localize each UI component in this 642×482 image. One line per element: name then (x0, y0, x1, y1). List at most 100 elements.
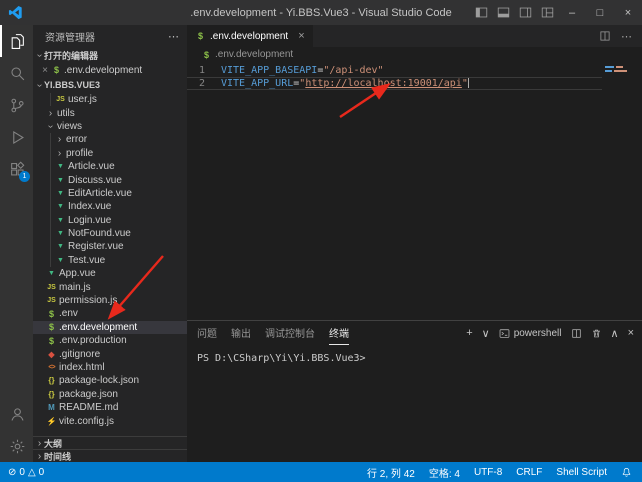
env-icon: $ (46, 322, 57, 332)
terminal-instance[interactable]: powershell (499, 328, 562, 339)
tree-item-package.json[interactable]: {}package.json (33, 388, 187, 401)
explorer-icon[interactable] (0, 25, 33, 57)
tree-item-permission.js[interactable]: JSpermission.js (33, 294, 187, 307)
cursor-position[interactable]: 行 2, 列 42 (367, 465, 415, 480)
run-debug-icon[interactable] (0, 121, 33, 153)
indentation[interactable]: 空格: 4 (429, 465, 460, 480)
open-editors-header[interactable]: › 打开的编辑器 (33, 47, 187, 63)
chevron-right-icon: › (55, 148, 64, 159)
tree-item-.env.production[interactable]: $.env.production (33, 334, 187, 347)
file-name: profile (66, 148, 93, 159)
tab-env-development[interactable]: $ .env.development × (187, 25, 313, 47)
close-tab-icon[interactable]: × (298, 30, 304, 42)
breadcrumb[interactable]: $ .env.development (187, 47, 642, 62)
file-name: user.js (68, 94, 97, 105)
breadcrumb-file[interactable]: .env.development (215, 49, 293, 60)
code-line-2[interactable]: 2VITE_APP_URL="http://localhost:19001/ap… (187, 77, 602, 90)
status-bar: ⊘ 0 △ 0 行 2, 列 42 空格: 4 UTF-8 CRLF Shell… (0, 462, 642, 482)
tree-item-App.vue[interactable]: ▼App.vue (33, 267, 187, 280)
editor-actions: ⋯ (599, 25, 642, 47)
tree-item-README.md[interactable]: MREADME.md (33, 401, 187, 414)
file-name: NotFound.vue (68, 228, 131, 239)
tab-terminal[interactable]: 终端 (329, 321, 349, 345)
split-editor-icon[interactable] (599, 30, 611, 42)
tree-item-utils[interactable]: ›utils (33, 106, 187, 119)
settings-gear-icon[interactable] (0, 430, 33, 462)
account-icon[interactable] (0, 398, 33, 430)
source-control-icon[interactable] (0, 89, 33, 121)
tree-item-index.html[interactable]: <>index.html (33, 361, 187, 374)
chevron-right-icon: › (55, 134, 64, 145)
vscode-logo-icon (8, 5, 23, 20)
file-name: .env (59, 308, 78, 319)
encoding[interactable]: UTF-8 (474, 467, 502, 478)
close-window-button[interactable]: × (614, 0, 642, 25)
tree-item-profile[interactable]: ›profile (33, 147, 187, 160)
code-editor[interactable]: 1VITE_APP_BASEAPI="/api-dev"2VITE_APP_UR… (187, 62, 642, 320)
extensions-icon[interactable]: 1 (0, 153, 33, 185)
open-editor-item[interactable]: × $ .env.development (33, 63, 187, 77)
search-icon[interactable] (0, 57, 33, 89)
tab-debug-console[interactable]: 调试控制台 (265, 321, 315, 345)
terminal-dropdown-icon[interactable]: ∨ (482, 327, 490, 340)
code-line-1[interactable]: 1VITE_APP_BASEAPI="/api-dev" (187, 64, 602, 77)
terminal-content[interactable]: PS D:\CSharp\Yi\Yi.BBS.Vue3> (187, 345, 642, 462)
tree-item-.env[interactable]: $.env (33, 307, 187, 320)
problems-indicator[interactable]: ⊘ 0 △ 0 (8, 467, 44, 478)
file-name: package.json (59, 389, 118, 400)
tree-item-EditArticle.vue[interactable]: ▼EditArticle.vue (33, 187, 187, 200)
tree-item-error[interactable]: ›error (33, 133, 187, 146)
notifications-bell-icon[interactable] (621, 467, 632, 478)
timeline-section[interactable]: › 时间线 (33, 449, 187, 462)
more-actions-icon[interactable]: ⋯ (621, 30, 632, 43)
toggle-secondary-sidebar-icon[interactable] (514, 0, 536, 25)
tree-item-NotFound.vue[interactable]: ▼NotFound.vue (33, 227, 187, 240)
tree-item-Test.vue[interactable]: ▼Test.vue (33, 254, 187, 267)
maximize-button[interactable]: □ (586, 0, 614, 25)
tree-item-Login.vue[interactable]: ▼Login.vue (33, 214, 187, 227)
project-section-header[interactable]: › YI.BBS.VUE3 (33, 77, 187, 93)
tree-item-Article.vue[interactable]: ▼Article.vue (33, 160, 187, 173)
tree-item-package-lock.json[interactable]: {}package-lock.json (33, 374, 187, 387)
language-mode[interactable]: Shell Script (556, 467, 607, 478)
tab-output[interactable]: 输出 (231, 321, 251, 345)
toggle-panel-icon[interactable] (492, 0, 514, 25)
vue-icon: ▼ (55, 217, 66, 224)
file-name: Register.vue (68, 241, 124, 252)
editor-column: $ .env.development × ⋯ $ .env.developmen… (187, 25, 642, 462)
tree-item-.env.development[interactable]: $.env.development (33, 321, 187, 334)
more-actions-icon[interactable]: ⋯ (168, 30, 179, 43)
tree-item-main.js[interactable]: JSmain.js (33, 280, 187, 293)
kill-terminal-icon[interactable] (591, 328, 602, 339)
tree-item-vite.config.js[interactable]: ⚡vite.config.js (33, 414, 187, 427)
eol-selector[interactable]: CRLF (516, 467, 542, 478)
tree-item-Discuss.vue[interactable]: ▼Discuss.vue (33, 173, 187, 186)
tree-item-Index.vue[interactable]: ▼Index.vue (33, 200, 187, 213)
html-icon: <> (46, 364, 57, 371)
minimize-button[interactable]: – (558, 0, 586, 25)
file-name: EditArticle.vue (68, 188, 132, 199)
token-key: VITE_APP_URL (221, 78, 293, 89)
outline-section[interactable]: › 大纲 (33, 436, 187, 449)
tree-item-views[interactable]: ›views (33, 120, 187, 133)
tab-problems[interactable]: 问题 (197, 321, 217, 345)
new-terminal-icon[interactable]: + (466, 327, 472, 339)
file-name: README.md (59, 402, 118, 413)
maximize-panel-icon[interactable]: ∧ (611, 327, 619, 340)
minimap[interactable] (602, 62, 642, 320)
url-link[interactable]: http://localhost:19001/api (305, 78, 462, 89)
split-terminal-icon[interactable] (571, 328, 582, 339)
file-name: Discuss.vue (68, 175, 122, 186)
line-number: 1 (187, 64, 213, 77)
close-panel-icon[interactable]: × (628, 327, 634, 339)
tree-item-user.js[interactable]: JSuser.js (33, 93, 187, 106)
line-text: VITE_APP_URL="http://localhost:19001/api… (221, 77, 469, 90)
customize-layout-icon[interactable] (536, 0, 558, 25)
sidebar-title: 资源管理器 (45, 29, 95, 44)
close-icon[interactable]: × (39, 65, 51, 76)
env-icon: $ (201, 50, 212, 60)
toggle-sidebar-icon[interactable] (470, 0, 492, 25)
file-name: package-lock.json (59, 375, 139, 386)
tree-item-Register.vue[interactable]: ▼Register.vue (33, 240, 187, 253)
tree-item-.gitignore[interactable]: ◆.gitignore (33, 347, 187, 360)
